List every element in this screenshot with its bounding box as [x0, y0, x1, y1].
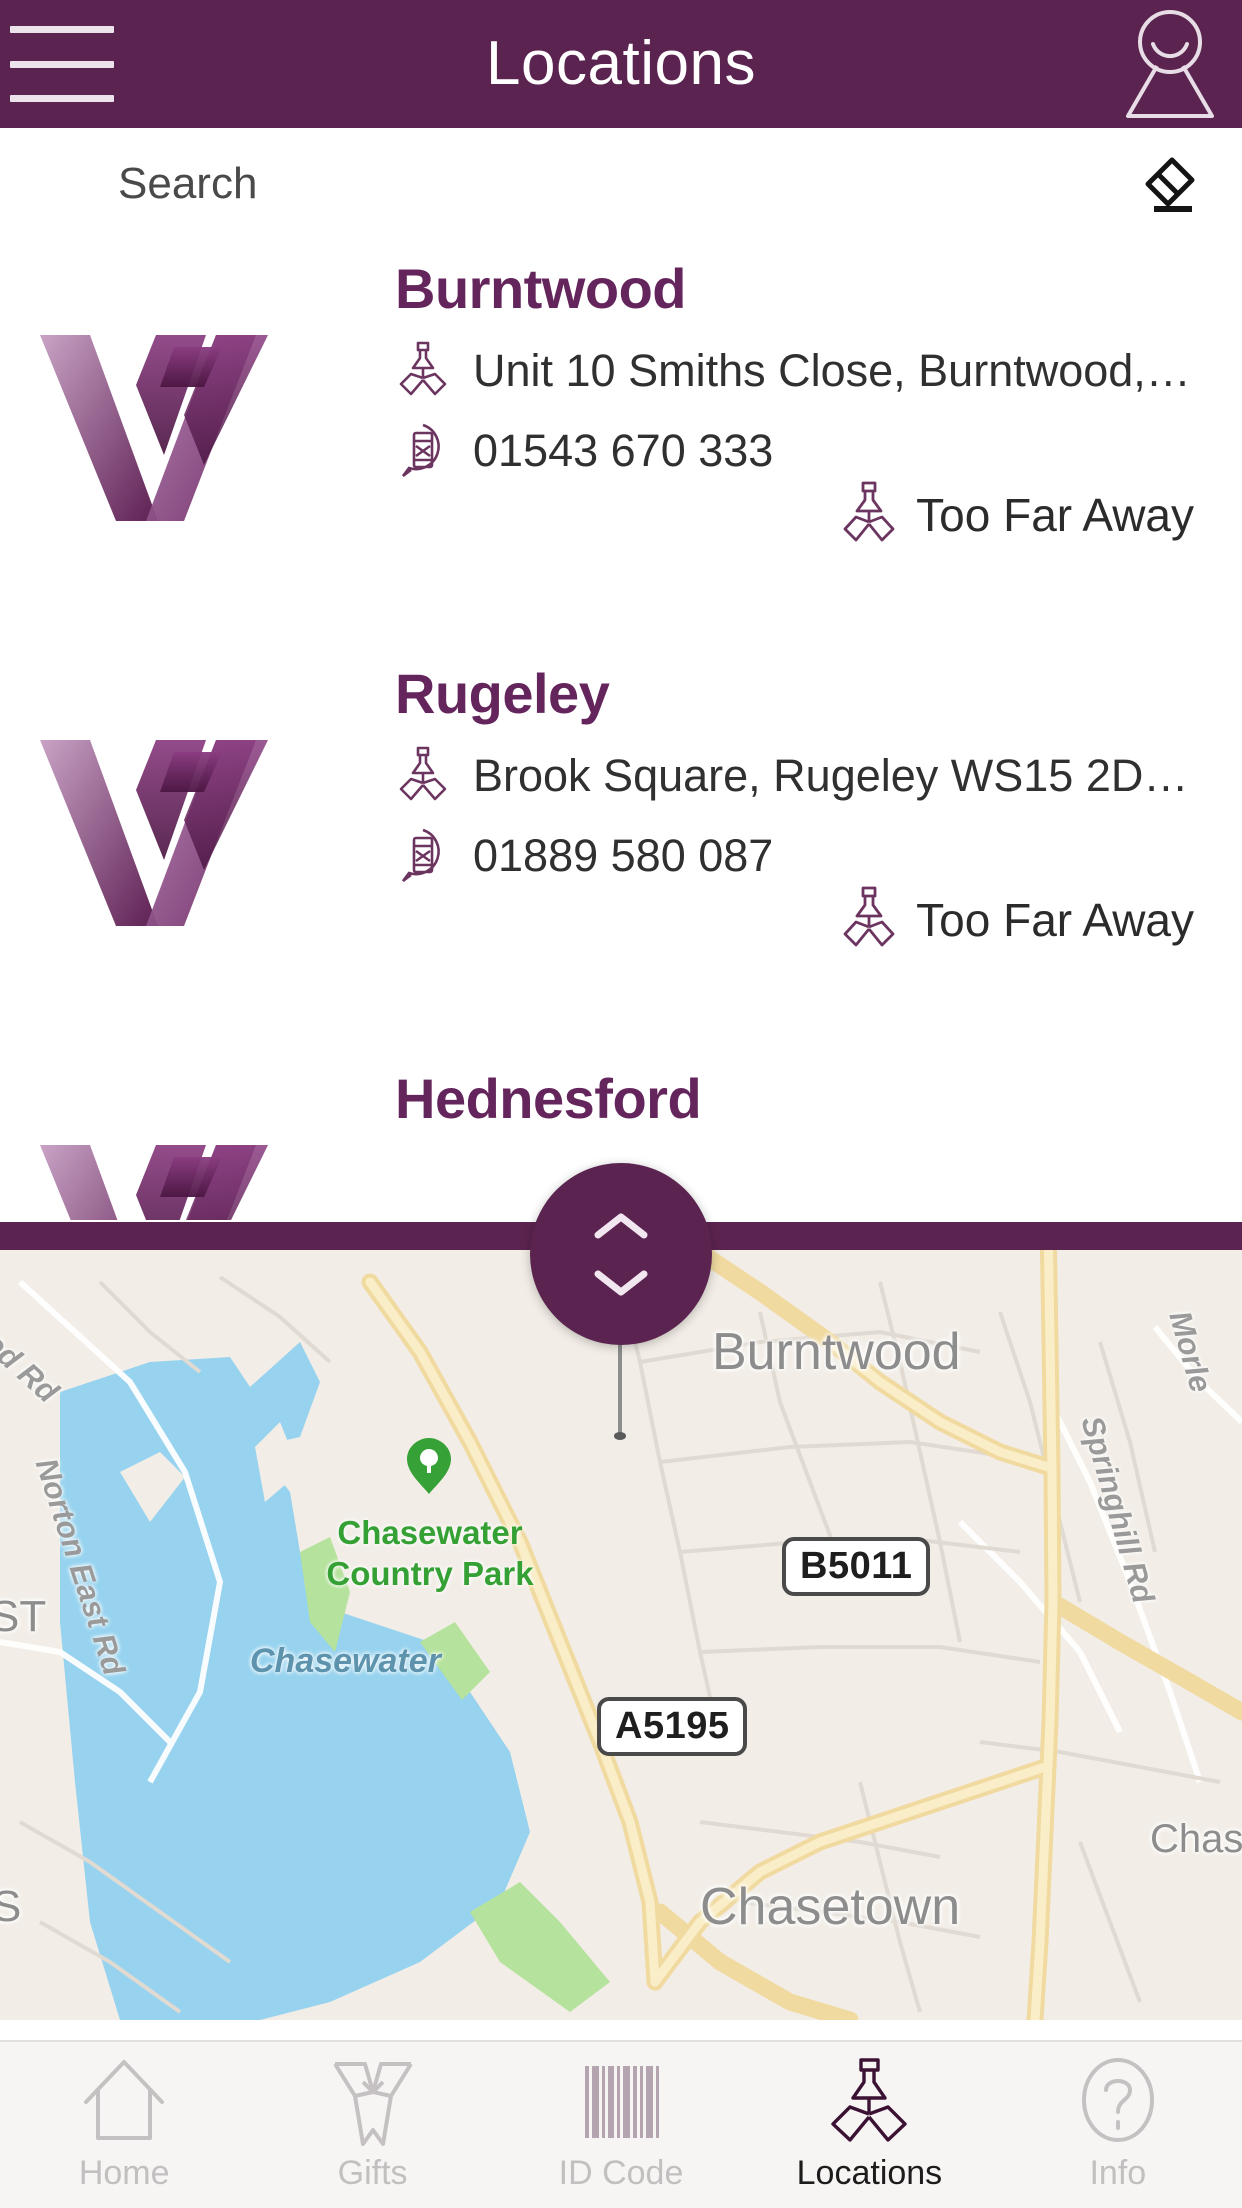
eraser-icon[interactable]: [1134, 152, 1200, 218]
w-logo: [38, 1135, 303, 1220]
map-pin-icon: [395, 745, 451, 807]
tab-label: Gifts: [337, 2154, 408, 2192]
location-distance-label: Too Far Away: [916, 489, 1194, 541]
park-marker-icon: [406, 1437, 452, 1495]
search-bar: [0, 128, 1242, 240]
location-address: Brook Square, Rugeley WS15 2DR…: [473, 750, 1218, 801]
location-name: Burntwood: [395, 257, 686, 320]
app-header: Locations: [0, 0, 1242, 128]
location-distance: Too Far Away: [838, 885, 1194, 955]
tab-label: Home: [78, 2154, 170, 2192]
map-pin-icon: [395, 340, 451, 402]
barcode-icon: [573, 2056, 669, 2148]
tab-info[interactable]: Info: [994, 2042, 1242, 2208]
w-logo: [38, 325, 303, 525]
location-phone: 01543 670 333: [473, 425, 774, 476]
location-distance: Too Far Away: [838, 480, 1194, 550]
chevron-up-icon[interactable]: [594, 1211, 648, 1241]
location-details: Rugeley Brook Square, Rugeley WS15 2DR… …: [395, 645, 1218, 947]
tab-home[interactable]: Home: [0, 2042, 248, 2208]
tab-label: Locations: [796, 2154, 943, 2192]
location-phone-line[interactable]: 01543 670 333: [395, 418, 1218, 484]
tab-label: Info: [1089, 2154, 1147, 2192]
bottom-tab-bar: Home Gifts ID Code Locations Info: [0, 2040, 1242, 2208]
gift-bow-icon: [325, 2056, 421, 2148]
locations-list[interactable]: Burntwood Unit 10 Smiths Close, Burntwoo…: [0, 240, 1242, 1220]
location-list-item[interactable]: Burntwood Unit 10 Smiths Close, Burntwoo…: [0, 240, 1242, 645]
location-address-line[interactable]: Brook Square, Rugeley WS15 2DR…: [395, 743, 1218, 809]
chevron-down-icon[interactable]: [594, 1268, 648, 1298]
location-address-line[interactable]: Unit 10 Smiths Close, Burntwood,…: [395, 338, 1218, 404]
phone-bubble-icon: [395, 420, 451, 482]
scroll-toggle-button[interactable]: [530, 1163, 712, 1345]
home-arrow-icon: [76, 2056, 172, 2148]
tab-label: ID Code: [558, 2154, 684, 2192]
location-address: Unit 10 Smiths Close, Burntwood,…: [473, 345, 1191, 396]
location-distance-label: Too Far Away: [916, 894, 1194, 946]
tab-gifts[interactable]: Gifts: [248, 2042, 496, 2208]
question-mark-icon: [1070, 2056, 1166, 2148]
location-name: Hednesford: [395, 1067, 702, 1130]
location-details: Hednesford: [395, 1050, 1218, 1134]
tab-locations[interactable]: Locations: [745, 2042, 993, 2208]
road-shield-a5195: A5195: [597, 1697, 748, 1756]
road-shield-b5011: B5011: [782, 1537, 931, 1596]
map-pin-icon: [821, 2056, 917, 2148]
app-root: Locations Search Burntwood Unit 10 Smith…: [0, 0, 1242, 2208]
w-logo: [38, 730, 303, 930]
location-list-item[interactable]: Rugeley Brook Square, Rugeley WS15 2DR… …: [0, 645, 1242, 1050]
profile-avatar-icon[interactable]: [1120, 8, 1220, 120]
phone-bubble-icon: [395, 825, 451, 887]
location-name: Rugeley: [395, 662, 610, 725]
location-phone-line[interactable]: 01889 580 087: [395, 823, 1218, 889]
page-title: Locations: [486, 29, 756, 98]
tab-id-code[interactable]: ID Code: [497, 2042, 745, 2208]
map-pin-icon: [838, 480, 900, 550]
search-input[interactable]: [118, 128, 1018, 240]
location-phone: 01889 580 087: [473, 830, 774, 881]
location-details: Burntwood Unit 10 Smiths Close, Burntwoo…: [395, 240, 1218, 542]
map-pin-icon: [838, 885, 900, 955]
